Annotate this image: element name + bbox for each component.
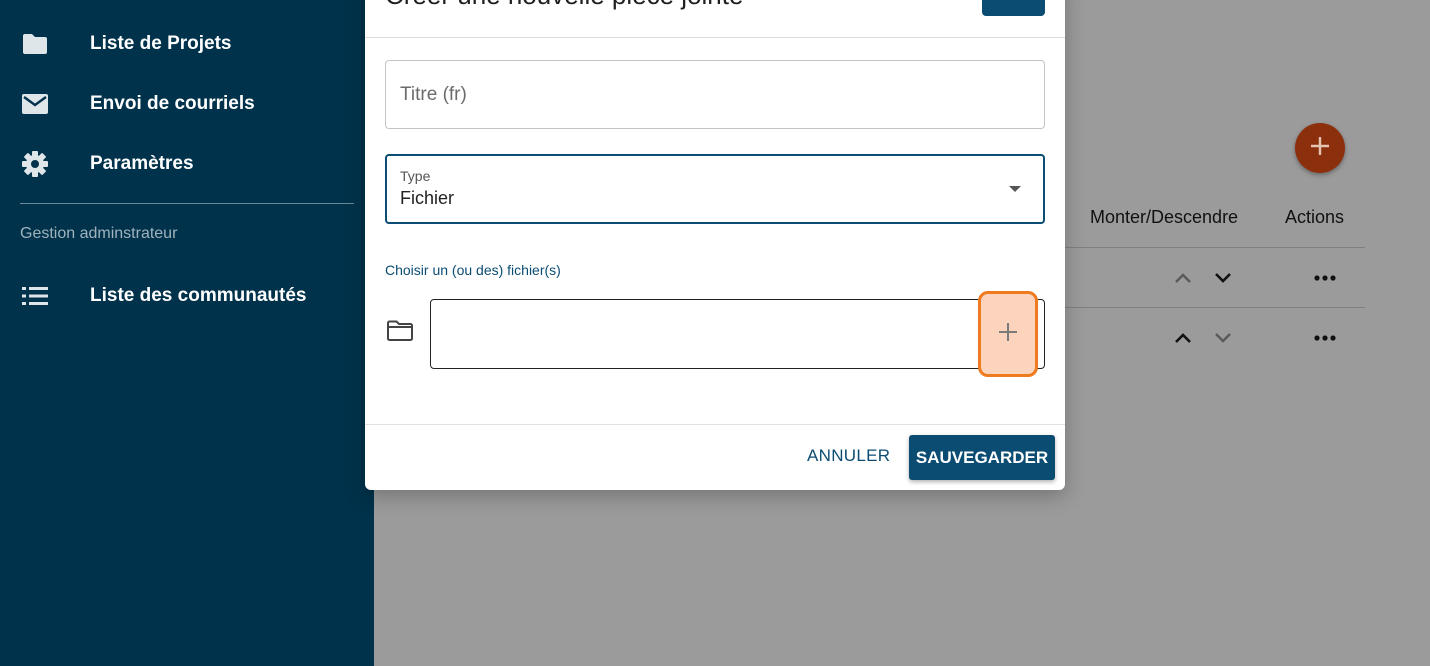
more-horizontal-icon[interactable]: [1313, 326, 1337, 350]
save-button[interactable]: SAUVEGARDER: [909, 435, 1055, 480]
dialog-footer-divider: [365, 424, 1065, 425]
dialog-title-divider: [365, 37, 1065, 38]
titre-input[interactable]: [386, 61, 1044, 128]
type-select-value: Fichier: [400, 188, 455, 208]
column-header-monter-descendre: Monter/Descendre: [1090, 207, 1239, 227]
file-chooser-label: Choisir un (ou des) fichier(s): [385, 262, 561, 278]
sidebar: Liste de Projets Envoi de courriels Para…: [0, 0, 374, 666]
caret-down-icon: [1009, 186, 1021, 192]
sidebar-item-liste-projets[interactable]: Liste de Projets: [0, 14, 374, 74]
list-icon: [21, 282, 49, 310]
chevron-up-icon[interactable]: [1171, 266, 1195, 290]
folder-outline-icon: [386, 320, 414, 348]
sidebar-item-label: Paramètres: [90, 153, 194, 174]
more-horizontal-icon[interactable]: [1313, 266, 1337, 290]
sidebar-item-label: Liste de Projets: [90, 33, 232, 54]
cancel-button[interactable]: ANNULER: [807, 446, 890, 466]
sidebar-item-liste-communautes[interactable]: Liste des communautés: [0, 266, 374, 326]
mail-icon: [21, 90, 49, 118]
chevron-down-icon[interactable]: [1211, 326, 1235, 350]
add-file-button[interactable]: [978, 291, 1038, 377]
section-label-admin: Gestion adminstrateur: [20, 225, 178, 242]
chevron-down-icon[interactable]: [1211, 266, 1235, 290]
sidebar-item-envoi-courriels[interactable]: Envoi de courriels: [0, 74, 374, 134]
sidebar-item-parametres[interactable]: Paramètres: [0, 134, 374, 194]
chevron-up-icon[interactable]: [1171, 326, 1195, 350]
file-input[interactable]: [430, 299, 1045, 369]
table-row-divider: [1065, 307, 1365, 308]
gear-icon: [21, 150, 49, 178]
type-select[interactable]: Type Fichier: [385, 154, 1045, 224]
dialog-title: Créer une nouvelle pièce jointe: [385, 0, 743, 10]
add-fab-button[interactable]: [1295, 123, 1345, 173]
sidebar-divider: [20, 203, 354, 204]
type-select-label: Type: [400, 168, 431, 184]
column-header-actions: Actions: [1285, 207, 1345, 227]
sidebar-item-label: Liste des communautés: [90, 285, 307, 306]
sidebar-item-label: Envoi de courriels: [90, 93, 255, 114]
table-row-divider: [1065, 247, 1365, 248]
plus-icon: [1310, 136, 1330, 161]
create-attachment-dialog: Créer une nouvelle pièce jointe Type Fic…: [365, 0, 1065, 490]
plus-icon: [997, 321, 1019, 348]
dialog-close-button[interactable]: [982, 0, 1045, 16]
folder-icon: [21, 30, 49, 58]
titre-field[interactable]: [385, 60, 1045, 129]
